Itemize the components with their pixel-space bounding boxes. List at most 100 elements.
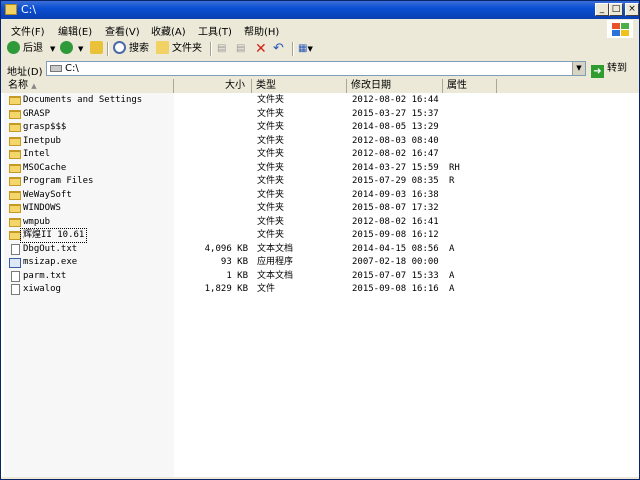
folder-row[interactable]: grasp$$$ 文件夹 2014-08-05 13:29 [1,121,639,134]
column-header: 名称 ▲ 大小 类型 修改日期 属性 [1,79,639,93]
file-type: 应用程序 [257,257,294,267]
file-size: 93 KB [220,257,248,267]
folder-icon [9,231,21,240]
file-attributes: A [449,243,455,254]
folder-icon [9,136,21,146]
go-button[interactable]: ➜ 转到 [591,61,627,78]
file-type: 文本文档 [257,270,294,281]
folders-icon [156,41,169,54]
title-bar[interactable]: C:\ _ □ × [1,1,639,19]
file-date: 2012-08-02 16:41 [352,216,439,227]
header-size[interactable]: 大小 [174,79,252,93]
file-name: grasp$$$ [23,122,67,132]
header-name-label: 名称 [8,80,28,91]
file-name: WeWaySoft [23,189,72,200]
header-date[interactable]: 修改日期 [347,79,443,93]
folder-row[interactable]: MSOCache 文件夹 2014-03-27 15:59 RH [1,162,639,175]
menu-favorites[interactable]: 收藏(A) [151,23,186,38]
header-attributes[interactable]: 属性 [443,79,497,93]
move-to-icon[interactable]: ▤ [217,41,226,57]
file-type: 文件夹 [257,122,285,132]
copy-to-icon[interactable]: ▤ [236,41,245,57]
file-date: 2014-08-05 13:29 [352,122,439,132]
folder-icon [9,163,21,173]
file-row[interactable]: msizap.exe 93 KB 应用程序 2007-02-18 00:00 [1,256,639,269]
file-type: 文本文档 [257,243,294,254]
file-name: Intel [23,149,51,159]
minimize-button[interactable]: _ [595,3,609,16]
menu-edit[interactable]: 编辑(E) [58,23,92,38]
header-type[interactable]: 类型 [252,79,347,93]
text-file-icon [11,270,20,282]
file-size: 4,096 KB [204,243,248,254]
menu-bar: 文件(F) 编辑(E) 查看(V) 收藏(A) 工具(T) 帮助(H) [1,19,639,40]
file-type: 文件夹 [257,149,285,159]
menu-file[interactable]: 文件(F) [11,23,45,38]
folder-row[interactable]: GRASP 文件夹 2015-03-27 15:37 [1,108,639,121]
file-type: 文件夹 [257,108,285,119]
forward-dropdown-icon[interactable]: ▼ [78,41,83,57]
address-dropdown-icon[interactable]: ▼ [572,62,585,75]
folder-icon [9,217,21,227]
folder-row[interactable]: Program Files 文件夹 2015-07-29 08:35 R [1,175,639,188]
folders-button[interactable]: 文件夹 [156,41,202,57]
file-date: 2014-09-03 16:38 [352,189,439,200]
folder-row[interactable]: Inetpub 文件夹 2012-08-03 08:40 [1,135,639,148]
back-button[interactable]: 后退 [7,41,43,57]
maximize-button[interactable]: □ [609,3,623,16]
window-title: C:\ [21,3,37,16]
file-name: wmpub [23,216,51,227]
file-date: 2012-08-02 16:44 [352,95,439,105]
file-name: msizap.exe [23,257,78,267]
file-type: 文件夹 [257,95,285,105]
file-row[interactable]: parm.txt 1 KB 文本文档 2015-07-07 15:33 A [1,270,639,283]
file-type: 文件夹 [257,230,285,240]
folder-row[interactable]: WeWaySoft 文件夹 2014-09-03 16:38 [1,189,639,202]
menu-help[interactable]: 帮助(H) [244,23,279,38]
folder-row[interactable]: 辉煌II 10.61 文件夹 2015-09-08 16:12 [1,228,639,243]
up-folder-button[interactable] [90,41,106,57]
text-file-icon [11,243,20,255]
file-name: GRASP [23,108,51,119]
folder-row[interactable]: Intel 文件夹 2012-08-02 16:47 [1,148,639,161]
file-name: MSOCache [23,162,67,173]
file-type: 文件夹 [257,162,285,173]
back-label: 后退 [23,43,43,54]
menu-view[interactable]: 查看(V) [105,23,140,38]
toolbar-separator [107,42,109,56]
toolbar-separator [210,42,212,56]
sort-ascending-icon: ▲ [31,82,37,90]
file-attributes: RH [449,162,460,173]
file-date: 2015-09-08 16:12 [352,230,439,240]
file-type: 文件夹 [257,135,285,146]
search-button[interactable]: 搜索 [113,41,149,57]
folder-row[interactable]: Documents and Settings 文件夹 2012-08-02 16:4… [1,94,639,107]
file-name: 辉煌II 10.61 [19,228,88,243]
forward-button[interactable] [60,41,76,57]
drive-icon [50,65,62,72]
file-list[interactable]: 名称 ▲ 大小 类型 修改日期 属性 Documents and Setting… [1,79,639,477]
address-input[interactable]: C:\ ▼ [46,61,586,76]
menu-tools[interactable]: 工具(T) [198,23,232,38]
file-row[interactable]: DbgOut.txt 4,096 KB 文本文档 2014-04-15 08:56 A [1,243,639,256]
folder-icon [9,204,21,213]
close-button[interactable]: × [625,3,639,16]
file-name: xiwalog [23,284,61,294]
views-icon[interactable]: ▦▼ [298,41,313,57]
folder-row[interactable]: wmpub 文件夹 2012-08-02 16:41 [1,216,639,229]
file-attributes: R [449,176,455,186]
file-date: 2014-03-27 15:59 [352,162,439,173]
folder-icon [9,177,21,186]
file-attributes: A [449,270,455,281]
undo-icon[interactable]: ↶ [273,41,284,57]
delete-icon[interactable]: ✕ [255,41,267,57]
folders-label: 文件夹 [172,43,202,54]
folder-icon [9,123,21,132]
file-row[interactable]: xiwalog 1,829 KB 文件 2015-09-08 16:16 A [1,283,639,296]
header-name[interactable]: 名称 ▲ [4,79,174,93]
folder-row[interactable]: WINDOWS 文件夹 2015-08-07 17:32 [1,202,639,215]
forward-arrow-icon [60,41,73,54]
back-dropdown-icon[interactable]: ▼ [50,41,55,57]
file-type: 文件夹 [257,189,285,200]
file-date: 2015-07-29 08:35 [352,176,439,186]
